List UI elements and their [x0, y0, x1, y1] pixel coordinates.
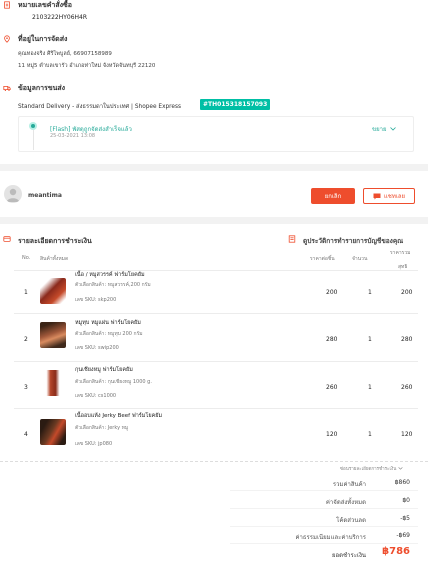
- item-qty: 1: [368, 384, 372, 391]
- expand-button[interactable]: ขยาย: [372, 124, 396, 134]
- table-row: 1 เนื้อ / หมูสวรรค์ ฟาร์มโยคยัม ตัวเลือก…: [0, 270, 428, 318]
- summary-value: -฿69: [396, 532, 410, 539]
- chat-label: แชทเลย: [383, 193, 406, 200]
- item-qty: 1: [368, 431, 372, 438]
- product-thumbnail[interactable]: [40, 419, 66, 445]
- net-total-value: ฿786: [382, 546, 410, 557]
- summary-value: ฿860: [394, 479, 410, 486]
- item-sku: เลข SKU: skp200: [75, 297, 117, 303]
- col-product: สินค้าทั้งหมด: [40, 256, 69, 262]
- truck-icon: [3, 86, 11, 92]
- section-divider: [0, 164, 428, 171]
- col-qty: จำนวน: [352, 256, 368, 262]
- summary-value: -฿5: [400, 515, 410, 522]
- summary-toggle-label: ซ่อนรายละเอียดการชำระเงิน: [340, 467, 397, 472]
- expand-label: ขยาย: [372, 126, 387, 133]
- section-divider: [0, 217, 428, 224]
- location-pin-icon: [4, 35, 10, 43]
- item-total: 260: [401, 384, 413, 391]
- item-qty: 1: [368, 289, 372, 296]
- chevron-down-icon: [389, 127, 396, 131]
- item-variant: ตัวเลือกสินค้า: กุนเชียงหมู 1000 g.: [75, 379, 152, 385]
- item-price: 260: [326, 384, 338, 391]
- item-total: 200: [401, 289, 413, 296]
- item-price: 200: [326, 289, 338, 296]
- summary-divider: [0, 461, 428, 462]
- tracking-number[interactable]: #TH015318157093: [200, 99, 271, 110]
- tracking-dot: [31, 124, 35, 128]
- summary-line: [230, 508, 418, 509]
- summary-label: ค่าจัดส่งทั้งหมด: [325, 499, 366, 506]
- item-total: 280: [401, 336, 413, 343]
- order-number: 2103222HY06H4R: [32, 14, 88, 21]
- summary-line: [230, 490, 418, 491]
- item-qty: 1: [368, 336, 372, 343]
- item-name[interactable]: กุนเชียงหมู ฟาร์มโยคยัม: [75, 366, 133, 374]
- item-price: 280: [326, 336, 338, 343]
- item-name[interactable]: หมูทุบ หมูแผ่น ฟาร์มโยคยัม: [75, 319, 141, 327]
- transactions-link[interactable]: ดูประวัติการทำรายการบัญชีของคุณ: [303, 236, 403, 246]
- shipping-title: ข้อมูลการขนส่ง: [18, 84, 66, 92]
- order-number-label: หมายเลขคำสั่งซื้อ: [18, 1, 72, 9]
- document-icon: [288, 235, 296, 243]
- item-price: 120: [326, 431, 338, 438]
- product-thumbnail[interactable]: [40, 278, 66, 304]
- item-sku: เลข SKU: cs1000: [75, 393, 117, 399]
- cancel-button[interactable]: ยกเลิก: [311, 188, 355, 204]
- receipt-icon: [4, 1, 10, 9]
- tracking-event-time: 25-03-2021 13:08: [50, 133, 96, 139]
- chat-button[interactable]: แชทเลย: [363, 188, 415, 204]
- item-sku: เลข SKU: swip200: [75, 345, 119, 351]
- buyer-name[interactable]: meantima: [28, 192, 62, 199]
- table-row: 3 กุนเชียงหมู ฟาร์มโยคยัม ตัวเลือกสินค้า…: [0, 362, 428, 410]
- item-variant: ตัวเลือกสินค้า: หมูทุบ 200 กรัม: [75, 331, 143, 337]
- item-total: 120: [401, 431, 413, 438]
- tracking-line: [32, 130, 34, 150]
- item-name[interactable]: เนื้อ / หมูสวรรค์ ฟาร์มโยคยัม: [75, 271, 145, 279]
- wallet-icon: [3, 236, 11, 242]
- summary-toggle[interactable]: ซ่อนรายละเอียดการชำระเงิน: [340, 465, 403, 472]
- summary-label: ค่าธรรมเนียมและค่าบริการ: [295, 534, 366, 541]
- item-no: 1: [24, 289, 28, 296]
- avatar: [4, 185, 22, 203]
- shipping-method: Standard Delivery - ส่งธรรมดาในประเทศ | …: [18, 104, 182, 110]
- chevron-down-icon: [398, 467, 403, 470]
- item-sku: เลข SKU: jp080: [75, 441, 113, 447]
- summary-label: โค้ดส่วนลด: [336, 517, 366, 524]
- col-unit-price: ราคาต่อชิ้น: [310, 256, 335, 262]
- address-title: ที่อยู่ในการจัดส่ง: [18, 35, 68, 43]
- item-no: 2: [24, 336, 28, 343]
- col-no: No.: [22, 255, 31, 261]
- summary-value: ฿0: [402, 497, 410, 504]
- summary-line: [230, 526, 418, 527]
- product-thumbnail[interactable]: [40, 370, 66, 396]
- table-row: 2 หมูทุบ หมูแผ่น ฟาร์มโยคยัม ตัวเลือกสิน…: [0, 314, 428, 362]
- payment-title: รายละเอียดการชำระเงิน: [18, 237, 92, 245]
- item-variant: ตัวเลือกสินค้า: Jerky หมู: [75, 425, 129, 431]
- user-icon: [6, 188, 20, 202]
- chat-icon: [373, 193, 381, 199]
- cancel-label: ยกเลิก: [324, 193, 342, 200]
- col-subtotal-top: ราคารวม: [390, 250, 411, 256]
- item-name[interactable]: เนื้ออบแห้ง Jerky Beef ฟาร์มโยคยัม: [75, 412, 162, 420]
- item-variant: ตัวเลือกสินค้า: หมูสวรรค์,200 กรัม: [75, 282, 151, 288]
- table-row: 4 เนื้ออบแห้ง Jerky Beef ฟาร์มโยคยัม ตัว…: [0, 409, 428, 457]
- item-no: 4: [24, 431, 28, 438]
- address-line-2: 11 หมู่5 ตำบลเขารัว อำเภอท่าใหม่ จังหวัด…: [18, 63, 156, 69]
- net-total-label: ยอดชำระเงิน: [332, 552, 366, 559]
- summary-label: รวมค่าสินค้า: [332, 481, 366, 488]
- address-line-1: คุณทองจริง ศิริไพบูลย์, 66907158989: [18, 51, 112, 57]
- item-no: 3: [24, 384, 28, 391]
- product-thumbnail[interactable]: [40, 322, 66, 348]
- summary-line: [230, 543, 418, 544]
